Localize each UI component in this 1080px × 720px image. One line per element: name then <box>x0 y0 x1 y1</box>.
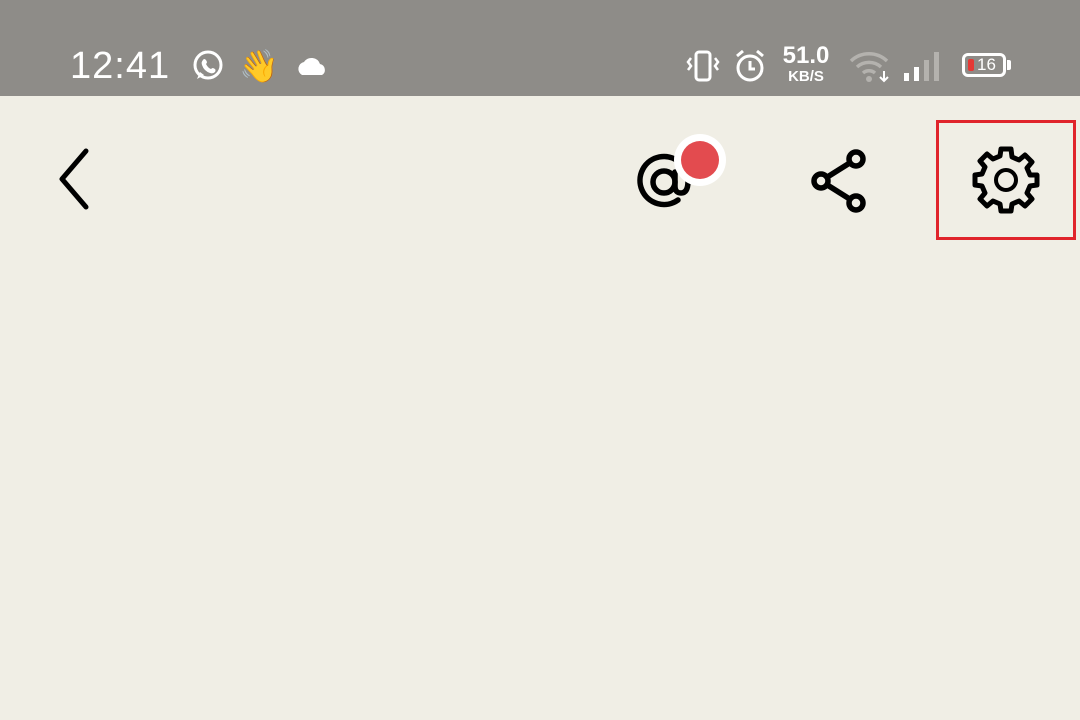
status-time: 12:41 <box>70 45 171 87</box>
waving-hand-icon: 👋 <box>239 48 279 84</box>
signal-icon <box>900 46 944 86</box>
back-button[interactable] <box>40 136 120 224</box>
whatsapp-icon <box>188 46 228 86</box>
cloud-icon <box>292 46 332 86</box>
top-toolbar <box>0 96 1080 246</box>
notification-badge <box>674 134 726 186</box>
net-speed-value: 51.0 <box>782 42 830 69</box>
badge-dot <box>681 141 719 179</box>
status-bar: 12:41 👋 51.0 KB/S 16 <box>0 0 1080 96</box>
share-icon <box>811 149 866 213</box>
battery-icon: 16 <box>962 53 1006 77</box>
net-speed-unit: KB/S <box>788 68 824 85</box>
alarm-icon <box>731 46 769 86</box>
battery-cap <box>1007 60 1011 70</box>
gear-icon <box>972 146 1040 214</box>
back-arrow-icon <box>59 148 89 210</box>
content-area <box>0 246 1080 720</box>
battery-level: 16 <box>977 55 996 74</box>
share-button[interactable] <box>790 136 890 226</box>
wifi-icon <box>848 46 890 86</box>
settings-button[interactable] <box>936 120 1076 240</box>
network-speed: 51.0 KB/S <box>778 42 834 85</box>
vibrate-icon <box>684 46 722 86</box>
